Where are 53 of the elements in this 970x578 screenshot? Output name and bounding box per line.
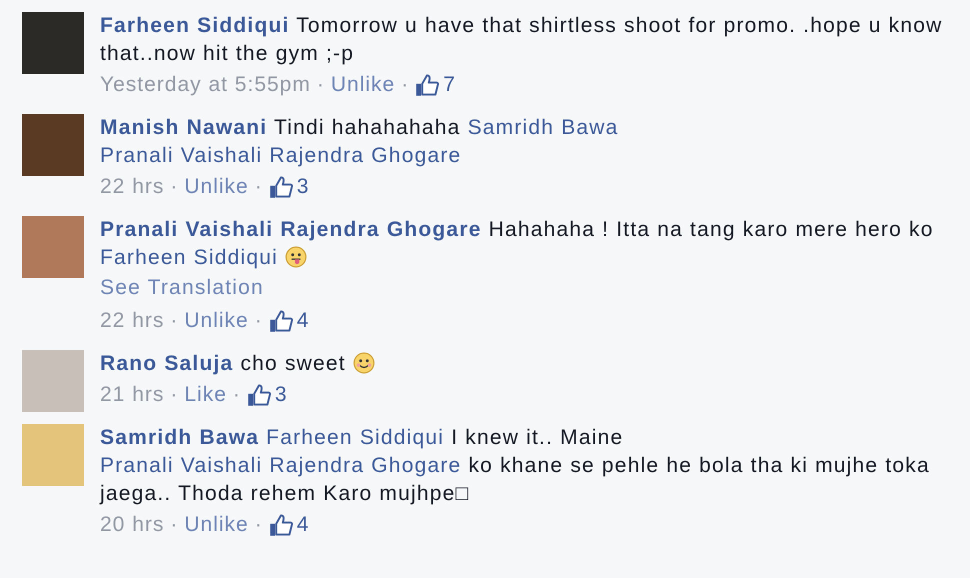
mention-link[interactable]: Pranali Vaishali Rajendra Ghogare: [100, 144, 462, 167]
author-link[interactable]: Manish Nawani: [100, 116, 268, 139]
like-count: 3: [296, 174, 310, 200]
like-link[interactable]: Unlike: [184, 508, 249, 542]
avatar-photo-placeholder: [22, 350, 84, 412]
smile-emoji-icon: [352, 352, 375, 374]
tongue-emoji-icon: [285, 246, 308, 268]
separator-dot: ·: [170, 308, 178, 334]
thumbs-up-icon: [246, 383, 271, 407]
like-link[interactable]: Unlike: [184, 170, 249, 204]
comment-time: 20 hrs: [100, 512, 164, 538]
comment-text: Samridh Bawa Farheen Siddiqui I knew it.. Maine Pranali Vaishali Rajendra Ghogare ko khane se pehle he bola tha ki mujhe toka jaega.. Thoda rehem Karo mujhpe□: [100, 425, 931, 507]
thumbs-up-icon: [415, 73, 440, 97]
avatar-photo-placeholder: [22, 216, 84, 278]
like-count: 7: [443, 72, 456, 98]
separator-dot: ·: [254, 308, 263, 334]
avatar-photo-placeholder: [22, 424, 84, 486]
author-link[interactable]: Pranali Vaishali Rajendra Ghogare: [100, 218, 482, 241]
separator-dot: ·: [254, 174, 263, 200]
avatar-photo-placeholder: [22, 114, 84, 176]
thumbs-up-icon: [268, 175, 293, 199]
thumbs-up-icon: [268, 309, 293, 333]
comment-text: Farheen Siddiqui Tomorrow u have that shirtless shoot for promo. .hope u know that..now hit the gym ;-p: [100, 13, 944, 67]
comment-text: Rano Saluja cho sweet: [100, 350, 950, 378]
mention-link[interactable]: Farheen Siddiqui: [100, 246, 278, 269]
mention-link[interactable]: Samridh Bawa: [468, 116, 619, 139]
author-link[interactable]: Farheen Siddiqui: [100, 14, 290, 37]
separator-dot: ·: [254, 512, 263, 538]
separator-dot: ·: [316, 72, 325, 98]
author-link[interactable]: Samridh Bawa: [100, 426, 260, 449]
comment-time: 21 hrs: [100, 382, 164, 408]
separator-dot: ·: [170, 382, 178, 408]
comment-text: Pranali Vaishali Rajendra Ghogare Hahahaha ! Itta na tang karo mere hero ko Farheen Siddiqui: [100, 217, 935, 271]
separator-dot: ·: [401, 72, 410, 98]
like-count: 4: [296, 512, 310, 538]
comment-time: 22 hrs: [100, 308, 164, 334]
separator-dot: ·: [232, 382, 241, 408]
author-link[interactable]: Rano Saluja: [100, 352, 234, 375]
like-link[interactable]: Like: [184, 378, 227, 412]
like-count: 3: [274, 382, 288, 408]
like-count: 4: [296, 308, 310, 334]
see-translation-link[interactable]: See Translation: [100, 272, 264, 304]
comment-time: 22 hrs: [100, 174, 164, 200]
mention-link[interactable]: Pranali Vaishali Rajendra Ghogare: [100, 454, 462, 477]
avatar-photo-placeholder: [22, 12, 84, 74]
separator-dot: ·: [170, 512, 178, 538]
like-link[interactable]: Unlike: [330, 68, 396, 102]
comment-time: Yesterday at 5:55pm: [100, 72, 311, 98]
mention-link[interactable]: Farheen Siddiqui: [266, 426, 444, 449]
like-link[interactable]: Unlike: [184, 304, 249, 338]
separator-dot: ·: [170, 174, 178, 200]
thumbs-up-icon: [268, 513, 293, 537]
comment-text: Manish Nawani Tindi hahahahaha Samridh Bawa Pranali Vaishali Rajendra Ghogare: [100, 115, 620, 169]
